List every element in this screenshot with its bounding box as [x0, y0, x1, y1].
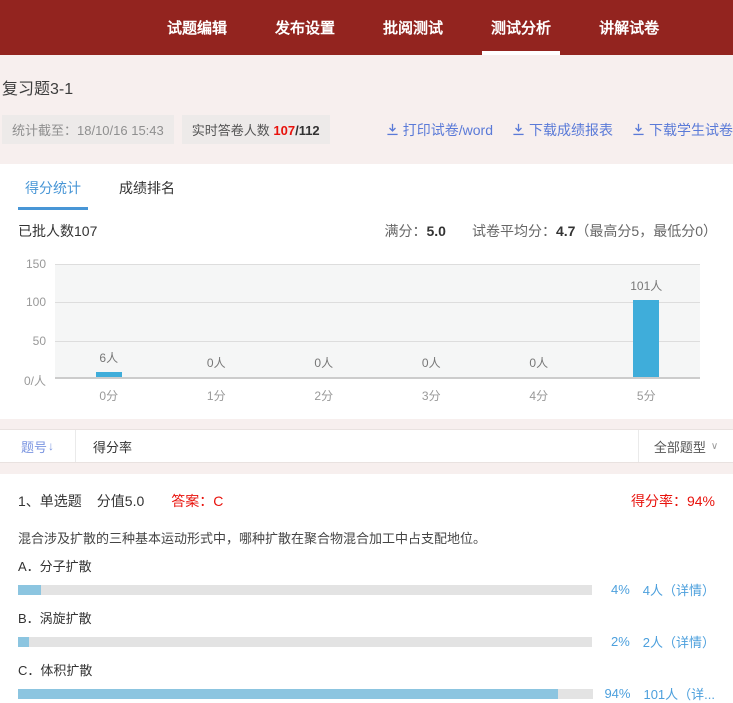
respondents-total: /112 [295, 123, 320, 138]
chevron-down-icon: ∨ [711, 441, 718, 452]
sort-descending-icon: ↓ [48, 439, 54, 453]
sort-label: 题号 [21, 437, 47, 456]
y-axis-tick: 100 [0, 295, 46, 309]
option-bar-row: 4% 4人（详情） [18, 580, 715, 599]
question-header: 1、单选题 分值5.0 答案：C 得分率：94% [18, 491, 715, 511]
question-number-type: 1、单选题 [18, 491, 82, 511]
option-percent: 4% [598, 582, 630, 597]
top-navigation: 试题编辑发布设置批阅测试测试分析讲解试卷 [0, 0, 733, 55]
question-text: 混合涉及扩散的三种基本运动形式中，哪种扩散在聚合物混合加工中占支配地位。 [18, 528, 715, 547]
chart-gridline [55, 264, 700, 265]
full-score-label: 满分： [384, 223, 426, 239]
x-axis-label: 0分 [99, 387, 118, 404]
x-axis-label: 3分 [422, 387, 441, 404]
option-label: B．涡旋扩散 [18, 608, 715, 627]
respondents-current: 107 [273, 123, 295, 138]
answer-option: C．体积扩散 94% 101人（详... [18, 660, 715, 703]
question-type-label: 全部题型 [654, 437, 706, 456]
x-axis-label: 4分 [529, 387, 548, 404]
download-icon [632, 123, 645, 136]
link-label: 下载成绩报表 [529, 120, 613, 140]
question-answer: 答案：C [171, 491, 223, 511]
stats-deadline: 统计截至：18/10/16 15:43 [2, 115, 174, 144]
answer-option: A．分子扩散 4% 4人（详情） [18, 556, 715, 599]
page-header: 复习题3-1 统计截至：18/10/16 15:43 实时答卷人数 107/11… [0, 55, 733, 144]
x-axis-label: 2分 [314, 387, 333, 404]
score-statistics-panel: 得分统计 成绩排名 已批人数107 满分：5.0 试卷平均分：4.7（最高分5，最… [0, 164, 733, 419]
option-distribution-fill [18, 689, 558, 699]
download-icon [512, 123, 525, 136]
option-detail-link[interactable]: 4人（详情） [643, 580, 715, 599]
option-detail-link[interactable]: 2人（详情） [643, 632, 715, 651]
average-note: （最高分5，最低分0） [575, 223, 717, 239]
panel-tabs: 得分统计 成绩排名 [0, 164, 733, 210]
answer-option: B．涡旋扩散 2% 2人（详情） [18, 608, 715, 651]
question-filter-bar: 题号↓ 得分率 全部题型 ∨ [0, 429, 733, 463]
graded-count: 已批人数107 [18, 221, 97, 241]
full-score-value: 5.0 [426, 223, 445, 239]
nav-tabs: 试题编辑发布设置批阅测试测试分析讲解试卷 [158, 0, 698, 55]
question-type-filter[interactable]: 全部题型 ∨ [638, 430, 733, 462]
bar-value-label: 0人 [422, 354, 441, 371]
download-student-papers-link[interactable]: 下载学生试卷 [632, 120, 733, 140]
chart-bar [96, 372, 122, 377]
option-distribution-fill [18, 637, 29, 647]
option-distribution-fill [18, 585, 41, 595]
y-axis-tick: 150 [0, 257, 46, 271]
summary-row: 已批人数107 满分：5.0 试卷平均分：4.7（最高分5，最低分0） [0, 210, 733, 241]
tab-score-ranking[interactable]: 成绩排名 [112, 178, 182, 210]
question-score-rate: 得分率：94% [631, 491, 715, 511]
answer-options: A．分子扩散 4% 4人（详情） B．涡旋扩散 2% 2人（详情） C．体积扩散 94% 101… [18, 556, 715, 703]
nav-tab-test-analysis[interactable]: 测试分析 [482, 0, 560, 55]
page-title: 复习题3-1 [2, 75, 733, 99]
option-distribution-track [18, 689, 593, 699]
sort-by-question-number[interactable]: 题号↓ [0, 430, 76, 462]
question-score: 分值5.0 [97, 491, 144, 511]
bar-value-label: 0人 [207, 354, 226, 371]
x-axis-label: 1分 [207, 387, 226, 404]
bar-value-label: 0人 [529, 354, 548, 371]
option-distribution-track [18, 637, 592, 647]
nav-tab-explain-paper[interactable]: 讲解试卷 [590, 0, 668, 55]
y-axis-tick: 0/人 [0, 372, 46, 389]
stats-row: 统计截至：18/10/16 15:43 实时答卷人数 107/112 打印试卷/… [2, 115, 733, 144]
question-detail-panel: 1、单选题 分值5.0 答案：C 得分率：94% 混合涉及扩散的三种基本运动形式… [0, 474, 733, 703]
link-label: 下载学生试卷 [649, 120, 733, 140]
link-label: 打印试卷/word [403, 120, 493, 140]
score-rate-column-header: 得分率 [76, 430, 638, 462]
y-axis-tick: 50 [0, 334, 46, 348]
option-detail-link[interactable]: 101人（详... [643, 684, 715, 703]
option-bar-row: 94% 101人（详... [18, 684, 715, 703]
bar-value-label: 101人 [630, 277, 662, 294]
header-links: 打印试卷/word 下载成绩报表 下载学生试卷 [367, 120, 733, 140]
tab-score-stats[interactable]: 得分统计 [18, 178, 88, 210]
x-axis-label: 5分 [637, 387, 656, 404]
chart-gridline [55, 341, 700, 342]
chart-plot-area: 6人0分0人1分0人2分0人3分0人4分101人5分 [55, 264, 700, 379]
score-distribution-chart: 6人0分0人1分0人2分0人3分0人4分101人5分 0/人50100150 [0, 254, 733, 412]
option-label: C．体积扩散 [18, 660, 715, 679]
option-percent: 2% [598, 634, 630, 649]
option-bar-row: 2% 2人（详情） [18, 632, 715, 651]
nav-tab-question-edit[interactable]: 试题编辑 [158, 0, 236, 55]
bar-value-label: 6人 [99, 349, 118, 366]
score-summary: 满分：5.0 试卷平均分：4.7（最高分5，最低分0） [384, 221, 717, 241]
option-label: A．分子扩散 [18, 556, 715, 575]
download-score-report-link[interactable]: 下载成绩报表 [512, 120, 613, 140]
print-paper-word-link[interactable]: 打印试卷/word [386, 120, 493, 140]
option-percent: 94% [599, 686, 631, 701]
option-distribution-track [18, 585, 592, 595]
nav-tab-review-test[interactable]: 批阅测试 [374, 0, 452, 55]
chart-bar [633, 300, 659, 377]
download-icon [386, 123, 399, 136]
respondents-label: 实时答卷人数 [192, 123, 274, 138]
bar-value-label: 0人 [314, 354, 333, 371]
average-label: 试卷平均分： [472, 223, 556, 239]
nav-tab-publish-settings[interactable]: 发布设置 [266, 0, 344, 55]
chart-gridline [55, 302, 700, 303]
respondents-count: 实时答卷人数 107/112 [182, 115, 330, 144]
average-value: 4.7 [556, 223, 575, 239]
